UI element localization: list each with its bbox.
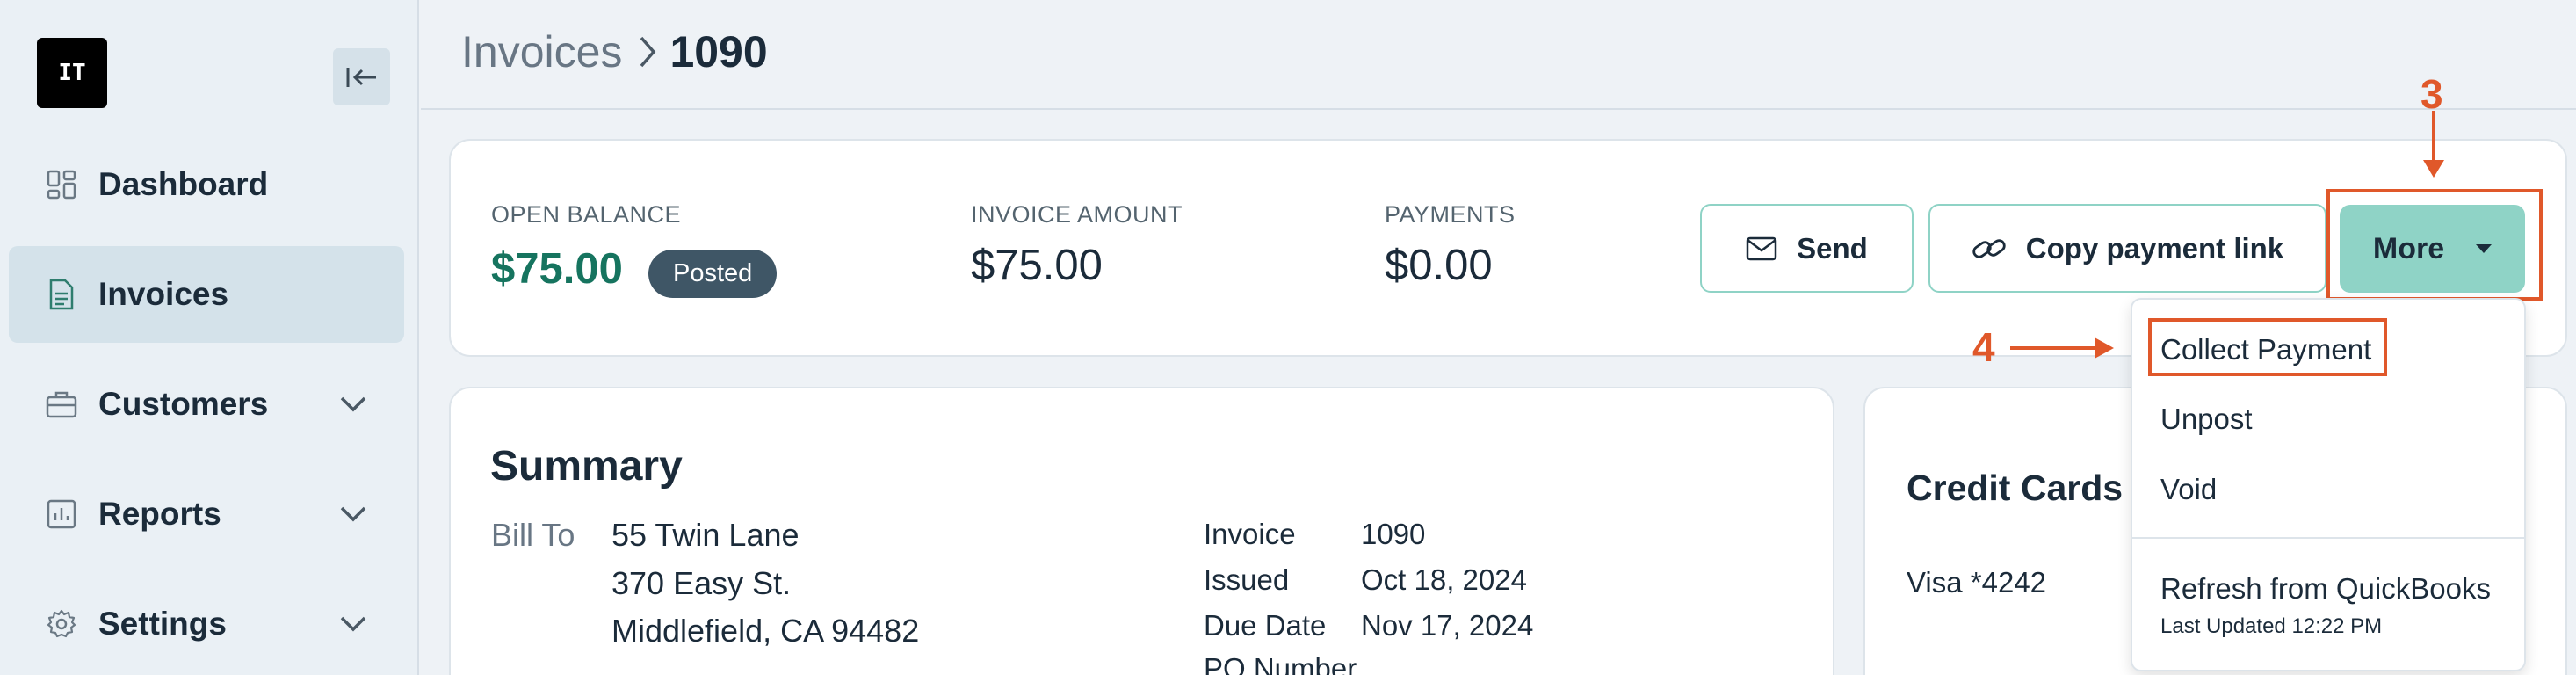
open-balance-value: $75.00 xyxy=(491,245,623,293)
sidebar: IT Dashboard Invoices Customers Reports … xyxy=(0,0,419,675)
breadcrumb-current: 1090 xyxy=(669,27,768,76)
payments-label: PAYMENTS xyxy=(1385,201,1516,228)
breadcrumb: Invoices 1090 xyxy=(461,26,768,77)
link-icon xyxy=(1972,233,2007,265)
credit-cards-title: Credit Cards xyxy=(1907,468,2124,508)
menu-item-unpost[interactable]: Unpost xyxy=(2160,403,2253,436)
send-button-label: Send xyxy=(1797,231,1868,265)
po-number-label: PO Number xyxy=(1204,652,1357,675)
invoice-number-value: 1090 xyxy=(1361,518,1426,550)
app-logo[interactable]: IT xyxy=(37,38,107,108)
address-line-3: Middlefield, CA 94482 xyxy=(611,613,920,649)
menu-divider xyxy=(2132,537,2524,539)
collapse-left-icon xyxy=(346,67,376,87)
page-header: Invoices 1090 xyxy=(421,0,2576,110)
summary-title: Summary xyxy=(490,443,683,490)
bill-to-label: Bill To xyxy=(491,517,575,553)
invoice-amount-label: INVOICE AMOUNT xyxy=(971,201,1183,228)
annotation-highlight-more xyxy=(2326,189,2543,301)
due-date-value: Nov 17, 2024 xyxy=(1361,609,1534,642)
dashboard-icon xyxy=(46,169,77,200)
sidebar-item-invoices[interactable]: Invoices xyxy=(9,246,404,343)
sidebar-item-label: Dashboard xyxy=(98,166,269,202)
chevron-down-icon[interactable] xyxy=(336,497,371,532)
menu-item-void[interactable]: Void xyxy=(2160,473,2217,506)
chart-icon xyxy=(46,498,77,530)
logo-text: IT xyxy=(58,60,86,86)
sidebar-item-label: Reports xyxy=(98,496,221,532)
issued-value: Oct 18, 2024 xyxy=(1361,563,1527,596)
annotation-highlight-collect-payment xyxy=(2148,318,2387,376)
collapse-sidebar-button[interactable] xyxy=(333,48,390,105)
gear-icon xyxy=(46,608,77,640)
sidebar-item-customers[interactable]: Customers xyxy=(9,356,404,453)
document-icon xyxy=(46,279,77,310)
due-date-label: Due Date xyxy=(1204,609,1327,642)
annotation-arrow-right-icon xyxy=(2010,338,2114,359)
sidebar-item-label: Invoices xyxy=(98,276,229,312)
sidebar-item-reports[interactable]: Reports xyxy=(9,466,404,562)
menu-item-refresh-quickbooks[interactable]: Refresh from QuickBooks xyxy=(2160,572,2491,606)
payments-value: $0.00 xyxy=(1385,242,1493,289)
briefcase-icon xyxy=(46,388,77,420)
issued-label: Issued xyxy=(1204,563,1290,596)
sidebar-item-label: Settings xyxy=(98,606,227,642)
sidebar-item-dashboard[interactable]: Dashboard xyxy=(9,136,404,233)
last-updated-text: Last Updated 12:22 PM xyxy=(2160,614,2383,638)
saved-card-visa[interactable]: Visa *4242 xyxy=(1907,566,2046,599)
chevron-down-icon[interactable] xyxy=(336,387,371,422)
send-button[interactable]: Send xyxy=(1700,204,1914,293)
chevron-right-icon xyxy=(638,34,657,69)
envelope-icon xyxy=(1746,236,1777,261)
copy-payment-link-label: Copy payment link xyxy=(2025,231,2284,265)
sidebar-item-label: Customers xyxy=(98,386,269,422)
status-badge: Posted xyxy=(648,250,778,298)
annotation-arrow-down-icon xyxy=(2423,111,2444,178)
sidebar-item-settings[interactable]: Settings xyxy=(9,576,404,672)
address-line-1: 55 Twin Lane xyxy=(611,517,800,553)
chevron-down-icon[interactable] xyxy=(336,606,371,642)
breadcrumb-parent-link[interactable]: Invoices xyxy=(461,26,622,77)
copy-payment-link-button[interactable]: Copy payment link xyxy=(1928,204,2326,293)
open-balance-label: OPEN BALANCE xyxy=(491,201,682,228)
invoice-amount-value: $75.00 xyxy=(971,242,1103,289)
address-line-2: 370 Easy St. xyxy=(611,565,792,601)
invoice-number-label: Invoice xyxy=(1204,518,1296,550)
annotation-step-4: 4 xyxy=(1972,324,1995,370)
